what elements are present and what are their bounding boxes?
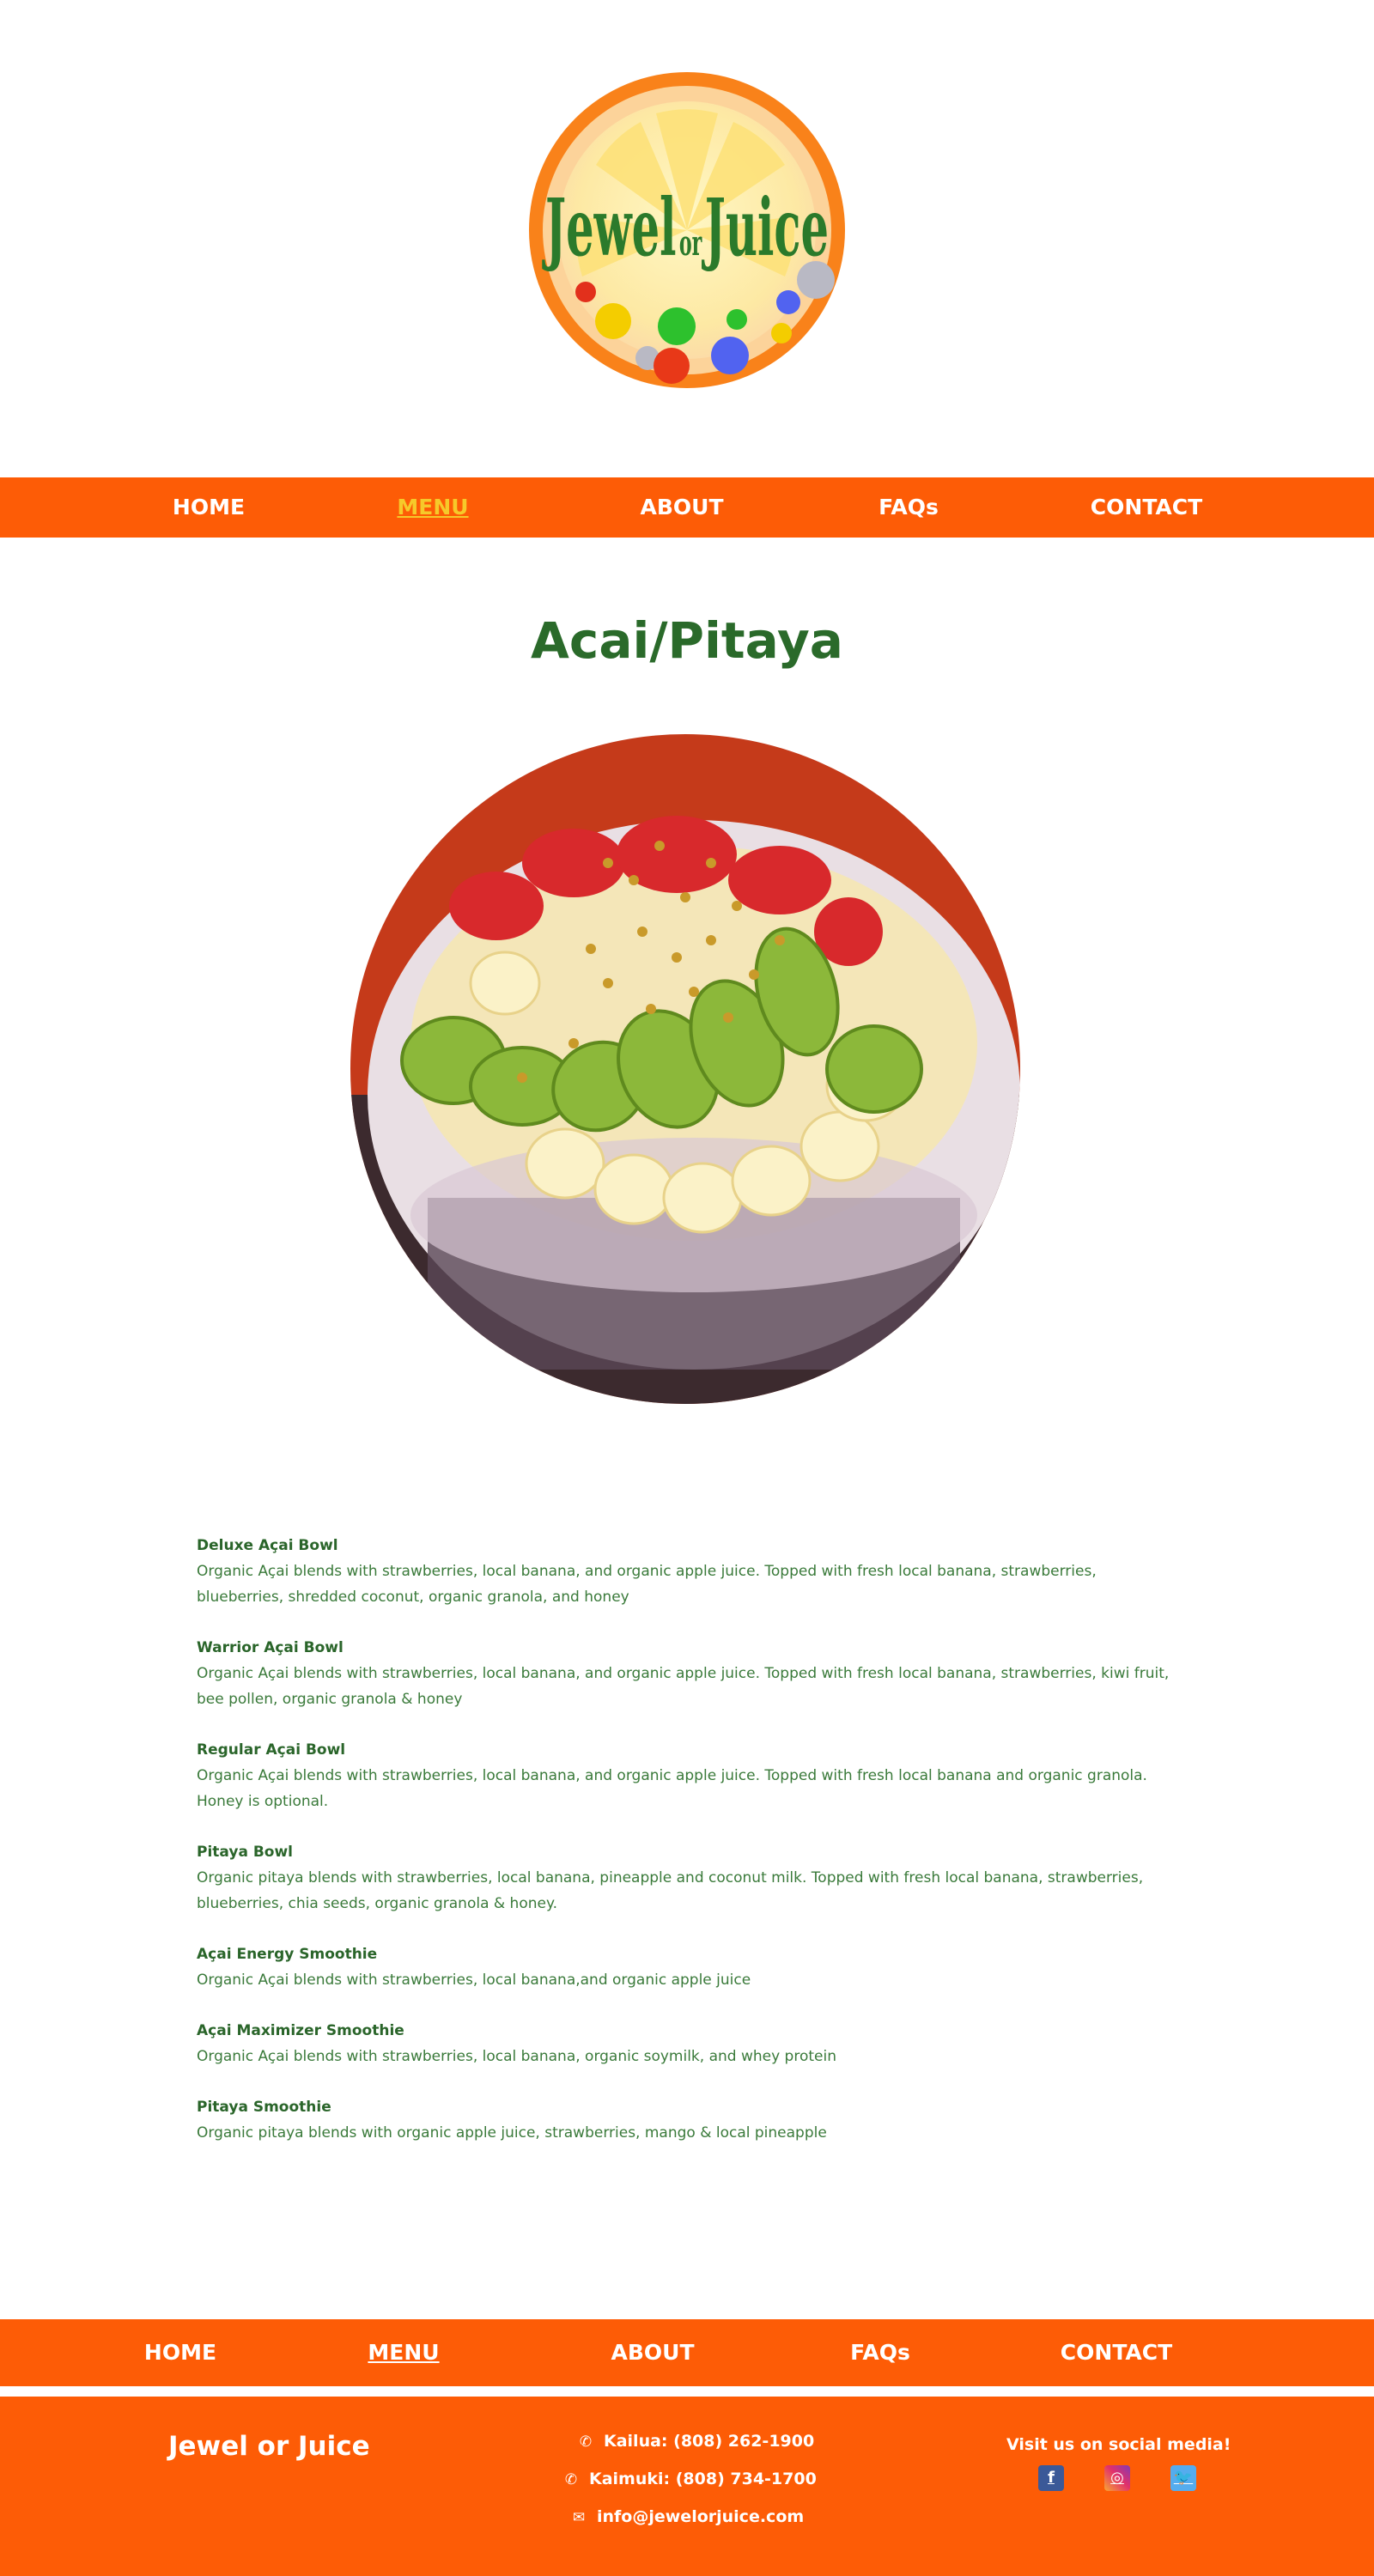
menu-list: Deluxe Açai Bowl Organic Açai blends wit…: [197, 1533, 1177, 2171]
footer-nav-about[interactable]: ABOUT: [601, 2319, 704, 2386]
menu-item-description: Organic Açai blends with strawberries, l…: [197, 1665, 1170, 1708]
phone-icon: ✆: [579, 2433, 593, 2451]
nav-menu[interactable]: MENU: [381, 477, 484, 538]
site-logo[interactable]: JewelorJuice: [527, 70, 847, 390]
footer-nav-home[interactable]: HOME: [129, 2319, 232, 2386]
menu-item-name: Açai Energy Smoothie: [197, 1946, 378, 1963]
menu-item-description: Organic pitaya blends with strawberries,…: [197, 1869, 1144, 1912]
menu-item-description: Organic Açai blends with strawberries, l…: [197, 1767, 1147, 1810]
nav-faqs[interactable]: FAQs: [857, 477, 960, 538]
facebook-icon[interactable]: f: [1038, 2465, 1064, 2491]
footer-brand: Jewel or Juice: [168, 2431, 370, 2462]
phone-icon: ✆: [564, 2471, 578, 2488]
menu-item-description: Organic pitaya blends with organic apple…: [197, 2124, 827, 2142]
twitter-icon[interactable]: 🐦: [1170, 2465, 1196, 2491]
kailua-phone[interactable]: Kailua: (808) 262-1900: [604, 2432, 814, 2451]
menu-item: Açai Energy Smoothie Organic Açai blends…: [197, 1941, 1177, 1993]
top-nav: HOME MENU ABOUT FAQs CONTACT: [0, 477, 1374, 538]
page-title: Acai/Pitaya: [531, 611, 843, 670]
footer-nav-menu[interactable]: MENU: [352, 2319, 455, 2386]
footer-nav: HOME MENU ABOUT FAQs CONTACT: [0, 2319, 1374, 2386]
acai-bowl-image: [350, 734, 1020, 1404]
footer-nav-faqs[interactable]: FAQs: [829, 2319, 932, 2386]
nav-home[interactable]: HOME: [157, 477, 260, 538]
menu-item: Warrior Açai Bowl Organic Açai blends wi…: [197, 1635, 1177, 1712]
menu-item: Açai Maximizer Smoothie Organic Açai ble…: [197, 2018, 1177, 2069]
menu-item-description: Organic Açai blends with strawberries, l…: [197, 1971, 751, 1989]
contact-kailua[interactable]: ✆ Kailua: (808) 262-1900: [578, 2432, 814, 2451]
site-footer: Jewel or Juice ✆ Kailua: (808) 262-1900 ✆…: [0, 2397, 1374, 2576]
menu-item: Pitaya Bowl Organic pitaya blends with s…: [197, 1839, 1177, 1917]
footer-nav-contact[interactable]: CONTACT: [1048, 2319, 1185, 2386]
contact-kaimuki[interactable]: ✆ Kaimuki: (808) 734-1700: [563, 2470, 817, 2488]
menu-item-name: Açai Maximizer Smoothie: [197, 2022, 404, 2039]
menu-item: Deluxe Açai Bowl Organic Açai blends wit…: [197, 1533, 1177, 1610]
nav-contact[interactable]: CONTACT: [1078, 477, 1215, 538]
menu-item-name: Regular Açai Bowl: [197, 1741, 346, 1759]
menu-item-name: Warrior Açai Bowl: [197, 1639, 344, 1656]
mail-icon: ✉: [572, 2509, 586, 2526]
menu-item-description: Organic Açai blends with strawberries, l…: [197, 1563, 1097, 1606]
menu-item-description: Organic Açai blends with strawberries, l…: [197, 2048, 836, 2065]
menu-item-name: Pitaya Smoothie: [197, 2099, 331, 2116]
kaimuki-phone[interactable]: Kaimuki: (808) 734-1700: [589, 2470, 817, 2488]
nav-about[interactable]: ABOUT: [630, 477, 733, 538]
email-link[interactable]: info@jewelorjuice.com: [597, 2507, 804, 2526]
instagram-icon[interactable]: ◎: [1104, 2465, 1130, 2491]
contact-email[interactable]: ✉ info@jewelorjuice.com: [571, 2507, 804, 2526]
menu-item: Regular Açai Bowl Organic Açai blends wi…: [197, 1737, 1177, 1814]
social-heading: Visit us on social media!: [1006, 2435, 1231, 2454]
menu-item: Pitaya Smoothie Organic pitaya blends wi…: [197, 2094, 1177, 2146]
menu-item-name: Pitaya Bowl: [197, 1844, 294, 1861]
menu-item-name: Deluxe Açai Bowl: [197, 1537, 338, 1554]
